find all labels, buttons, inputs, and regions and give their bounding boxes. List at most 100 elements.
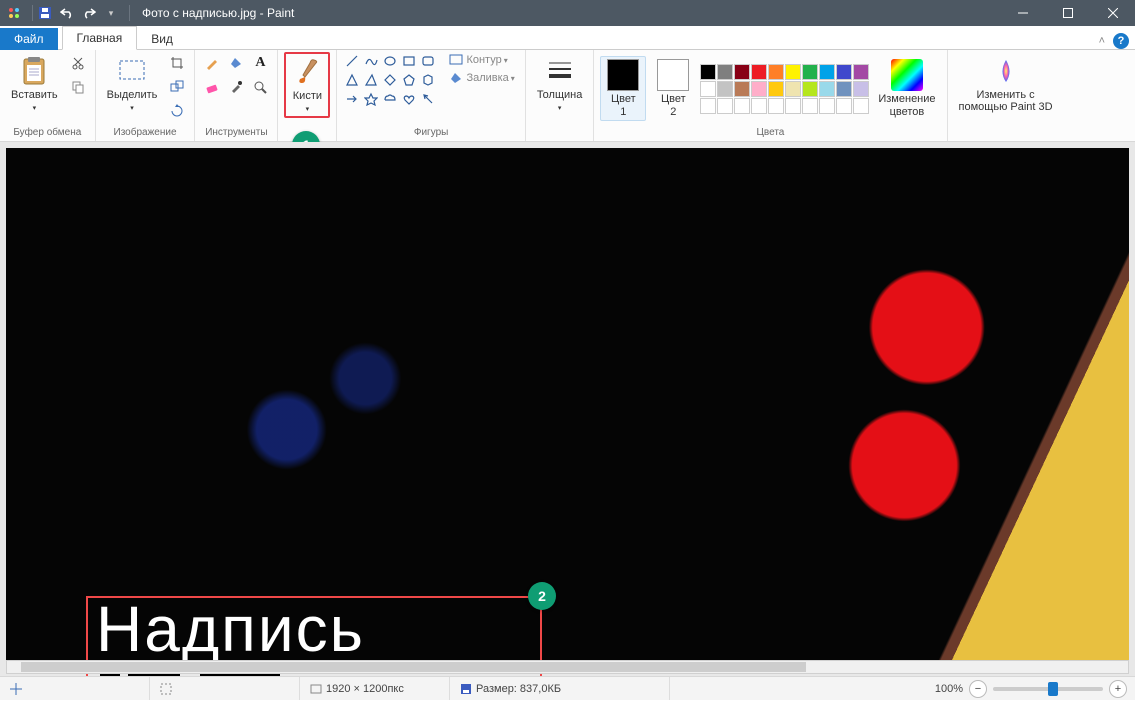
group-label: Буфер обмена xyxy=(13,125,81,141)
shape-fill-button[interactable]: Заливка▾ xyxy=(445,70,518,86)
palette-empty[interactable] xyxy=(751,98,767,114)
edit-colors-button[interactable]: Изменение цветов xyxy=(873,56,940,120)
canvas-dimensions: 1920 × 1200пкс xyxy=(300,677,450,700)
palette-color[interactable] xyxy=(700,81,716,97)
canvas-area: Надпись 2 xyxy=(0,142,1135,676)
maximize-button[interactable] xyxy=(1045,0,1090,26)
group-label: Фигуры xyxy=(414,125,448,141)
canvas-text: Надпись xyxy=(96,593,365,665)
tab-view[interactable]: Вид xyxy=(137,28,187,50)
save-icon[interactable] xyxy=(37,5,53,21)
palette-color[interactable] xyxy=(853,64,869,80)
crop-button[interactable] xyxy=(166,52,188,74)
app-icon xyxy=(6,5,22,21)
rotate-button[interactable] xyxy=(166,100,188,122)
color1-button[interactable]: Цвет 1 xyxy=(600,56,646,120)
resize-button[interactable] xyxy=(166,76,188,98)
color2-button[interactable]: Цвет 2 xyxy=(650,56,696,120)
zoom-slider[interactable] xyxy=(993,687,1103,691)
color-palette[interactable] xyxy=(700,64,869,114)
palette-empty[interactable] xyxy=(768,98,784,114)
palette-empty[interactable] xyxy=(700,98,716,114)
palette-color[interactable] xyxy=(751,81,767,97)
group-tools: A Инструменты xyxy=(195,50,278,141)
palette-empty[interactable] xyxy=(717,98,733,114)
palette-color[interactable] xyxy=(802,64,818,80)
redo-icon[interactable] xyxy=(81,5,97,21)
ribbon: Вставить▾ Буфер обмена Выделить▾ Изображ… xyxy=(0,50,1135,142)
zoom-out-button[interactable]: − xyxy=(969,680,987,698)
palette-color[interactable] xyxy=(717,81,733,97)
palette-empty[interactable] xyxy=(734,98,750,114)
size-button[interactable]: Толщина▾ xyxy=(532,52,588,116)
group-label xyxy=(1004,125,1007,141)
group-colors: Цвет 1 Цвет 2 Изменение цветов Цвета xyxy=(594,50,947,141)
palette-color[interactable] xyxy=(734,81,750,97)
palette-empty[interactable] xyxy=(853,98,869,114)
selection-size xyxy=(150,677,300,700)
zoom-in-button[interactable]: + xyxy=(1109,680,1127,698)
palette-color[interactable] xyxy=(836,64,852,80)
group-paint3d: Изменить с помощью Paint 3D xyxy=(948,50,1064,141)
horizontal-scrollbar[interactable] xyxy=(6,660,1129,674)
group-label: Инструменты xyxy=(205,125,267,141)
palette-empty[interactable] xyxy=(819,98,835,114)
palette-color[interactable] xyxy=(836,81,852,97)
pencil-tool[interactable] xyxy=(201,52,223,74)
eraser-tool[interactable] xyxy=(201,76,223,98)
help-icon[interactable]: ? xyxy=(1113,33,1129,49)
group-clipboard: Вставить▾ Буфер обмена xyxy=(0,50,96,141)
close-button[interactable] xyxy=(1090,0,1135,26)
shape-outline-button[interactable]: Контур▾ xyxy=(445,52,518,68)
tab-home[interactable]: Главная xyxy=(62,26,138,50)
palette-color[interactable] xyxy=(785,81,801,97)
palette-color[interactable] xyxy=(734,64,750,80)
group-shapes: Контур▾ Заливка▾ Фигуры xyxy=(337,50,525,141)
palette-empty[interactable] xyxy=(785,98,801,114)
file-size: Размер: 837,0КБ xyxy=(450,677,670,700)
tab-file[interactable]: Файл xyxy=(0,28,58,50)
cursor-position xyxy=(0,677,150,700)
palette-empty[interactable] xyxy=(802,98,818,114)
palette-color[interactable] xyxy=(768,81,784,97)
zoom-value: 100% xyxy=(935,683,963,695)
fill-tool[interactable] xyxy=(225,52,247,74)
shapes-gallery[interactable] xyxy=(343,52,437,108)
palette-color[interactable] xyxy=(802,81,818,97)
canvas[interactable]: Надпись 2 xyxy=(6,148,1129,660)
palette-color[interactable] xyxy=(819,81,835,97)
palette-color[interactable] xyxy=(819,64,835,80)
ribbon-tabs: Файл Главная Вид ˄ ? xyxy=(0,26,1135,50)
select-button[interactable]: Выделить▾ xyxy=(102,52,163,116)
minimize-button[interactable] xyxy=(1000,0,1045,26)
paste-button[interactable]: Вставить▾ xyxy=(6,52,63,116)
magnifier-tool[interactable] xyxy=(249,76,271,98)
palette-color[interactable] xyxy=(785,64,801,80)
undo-icon[interactable] xyxy=(59,5,75,21)
statusbar: 1920 × 1200пкс Размер: 837,0КБ 100% − + xyxy=(0,676,1135,700)
group-label xyxy=(558,125,561,141)
palette-color[interactable] xyxy=(700,64,716,80)
group-brushes: Кисти▾ 1 xyxy=(278,50,337,141)
palette-color[interactable] xyxy=(768,64,784,80)
picker-tool[interactable] xyxy=(225,76,247,98)
collapse-ribbon-icon[interactable]: ˄ xyxy=(1099,35,1105,47)
copy-button[interactable] xyxy=(67,76,89,98)
palette-empty[interactable] xyxy=(836,98,852,114)
photo-content xyxy=(6,148,1129,660)
palette-color[interactable] xyxy=(751,64,767,80)
qat-more-icon[interactable]: ▾ xyxy=(103,5,119,21)
paint3d-button[interactable]: Изменить с помощью Paint 3D xyxy=(954,52,1058,116)
group-size: Толщина▾ xyxy=(526,50,595,141)
palette-color[interactable] xyxy=(717,64,733,80)
titlebar: ▾ Фото с надписью.jpg - Paint xyxy=(0,0,1135,26)
callout-2: 2 xyxy=(528,582,556,610)
cut-button[interactable] xyxy=(67,52,89,74)
group-label: Изображение xyxy=(114,125,177,141)
group-label: Цвета xyxy=(757,125,785,141)
brushes-button[interactable]: Кисти▾ xyxy=(284,52,330,118)
window-title: Фото с надписью.jpg - Paint xyxy=(142,6,294,20)
group-image: Выделить▾ Изображение xyxy=(96,50,196,141)
text-tool[interactable]: A xyxy=(249,52,271,74)
palette-color[interactable] xyxy=(853,81,869,97)
